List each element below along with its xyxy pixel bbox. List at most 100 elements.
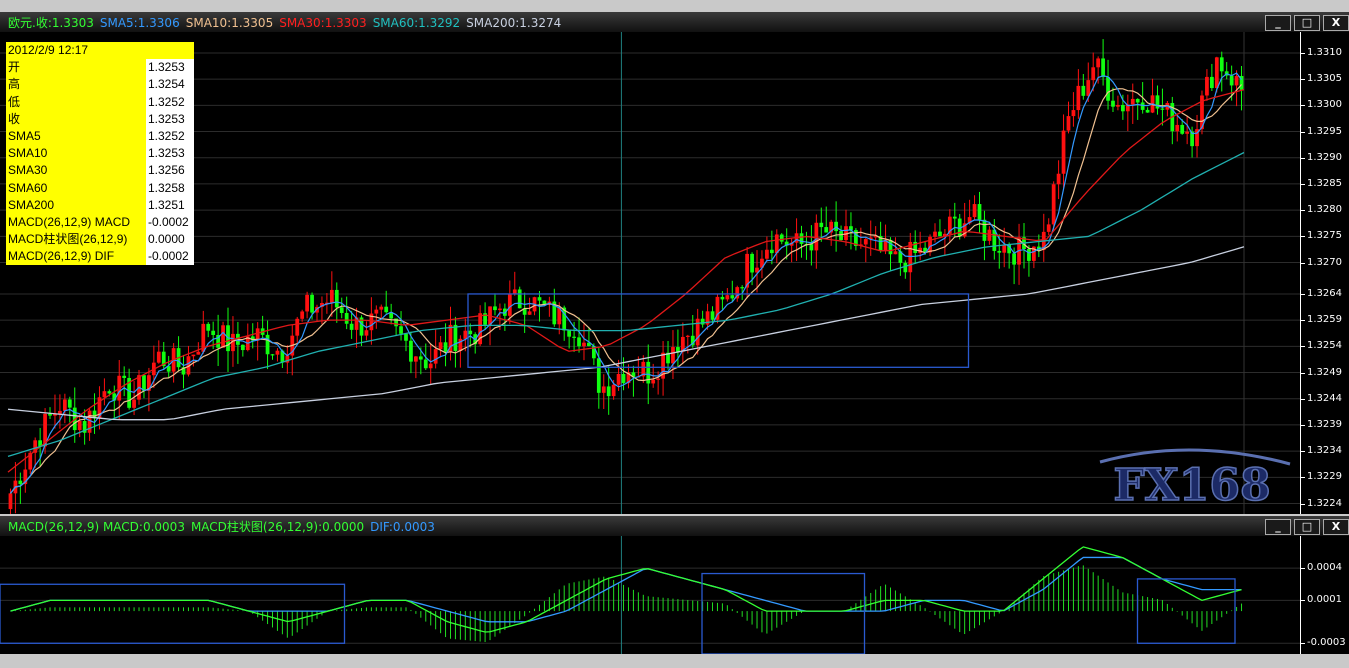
candle-body	[404, 333, 408, 341]
candle-body	[1101, 58, 1105, 78]
candle-body	[700, 318, 705, 325]
candle-body	[982, 219, 987, 241]
macd-axis-tick	[1301, 600, 1305, 602]
price-legend-item: SMA60:1.3292	[372, 16, 461, 30]
price-axis-tick	[1301, 320, 1305, 322]
candle-body	[1214, 57, 1219, 89]
candle-body	[1180, 124, 1185, 134]
candle-body	[765, 249, 769, 259]
candle-body	[265, 334, 270, 355]
price-axis-tick	[1301, 398, 1305, 400]
macd-chart-pane[interactable]	[0, 536, 1300, 654]
sma5-line	[9, 72, 1243, 494]
data-window-value: 1.3256	[146, 162, 194, 180]
candle-body	[329, 289, 334, 303]
data-window-datetime: 2012/2/9 12:17	[6, 42, 194, 60]
macd-legend-item: MACD(26,12,9) MACD:0.0003	[8, 520, 185, 534]
data-window-row: 开 1.3253	[6, 59, 194, 77]
price-axis-tick	[1301, 262, 1305, 264]
price-axis-tick	[1301, 346, 1305, 348]
data-window-label: SMA10	[6, 145, 146, 163]
price-chart[interactable]: FX168	[0, 32, 1300, 514]
macd-maximize-button[interactable]: □	[1294, 519, 1320, 535]
price-axis-tick	[1301, 183, 1305, 185]
candle-body	[349, 323, 354, 330]
candle-body	[582, 342, 586, 347]
data-window-label: 低	[6, 93, 146, 111]
price-axis-label: 1.3224	[1307, 497, 1342, 509]
data-window-label: SMA200	[6, 196, 146, 214]
price-axis-label: 1.3259	[1307, 314, 1342, 326]
candle-body	[779, 234, 784, 242]
data-window-label: 收	[6, 110, 146, 128]
price-legend-item: SMA30:1.3303	[279, 16, 367, 30]
candle-body	[62, 399, 67, 411]
candle-body	[987, 229, 992, 241]
macd-axis-label: 0.0001	[1307, 594, 1342, 606]
candle-body	[730, 295, 735, 299]
candle-body	[572, 336, 576, 338]
candle-body	[720, 296, 725, 300]
price-legend: 欧元.收:1.3303 SMA5:1.3306 SMA10:1.3305 SMA30:…	[8, 14, 567, 31]
candle-body	[1116, 104, 1120, 107]
candle-body	[1205, 76, 1209, 96]
sma200-line	[7, 246, 1245, 421]
data-window-row: 低 1.3252	[6, 93, 194, 111]
candle-body	[517, 289, 522, 309]
candle-body	[527, 311, 532, 315]
candle-body	[374, 309, 379, 314]
candle-body	[616, 373, 621, 385]
candle-body	[1111, 100, 1115, 107]
data-window-value: 1.3253	[146, 110, 194, 128]
candle-body	[438, 342, 443, 350]
macd-minimize-button[interactable]: _	[1265, 519, 1291, 535]
macd-legend: MACD(26,12,9) MACD:0.0003 MACD柱状图(26,12,9…	[8, 518, 441, 535]
candle-body	[339, 307, 344, 313]
macd-axis-label: 0.0004	[1307, 562, 1342, 574]
data-window-row: SMA200 1.3251	[6, 196, 194, 214]
close-button[interactable]: X	[1323, 15, 1349, 31]
candle-body	[656, 378, 661, 380]
price-axis-tick	[1301, 372, 1305, 374]
candle-body	[606, 386, 611, 397]
candle-body	[1071, 110, 1076, 117]
price-axis-label: 1.3239	[1307, 418, 1342, 430]
candle-body	[399, 326, 403, 334]
data-window-value: 1.3252	[146, 93, 194, 111]
annotation-box	[701, 572, 866, 654]
maximize-button[interactable]: □	[1294, 15, 1320, 31]
data-window-value: 1.3254	[146, 76, 194, 94]
candle-body	[512, 289, 517, 294]
data-window-value: 0.0000	[146, 231, 194, 249]
macd-pane-titlebar: MACD(26,12,9) MACD:0.0003 MACD柱状图(26,12,9…	[0, 516, 1349, 536]
candle-body	[769, 249, 774, 254]
candle-body	[1130, 98, 1135, 105]
data-window-value: 1.3253	[146, 59, 194, 77]
candle-body	[196, 351, 201, 355]
candle-body	[300, 311, 305, 319]
macd-chart[interactable]	[0, 536, 1300, 654]
candle-body	[379, 306, 384, 310]
price-axis-tick	[1301, 293, 1305, 295]
price-axis-label: 1.3275	[1307, 230, 1342, 242]
price-axis-label: 1.3300	[1307, 99, 1342, 111]
candle-body	[903, 262, 908, 273]
price-axis-label: 1.3285	[1307, 177, 1342, 189]
data-window-value: -0.0002	[146, 213, 194, 232]
candle-body	[310, 294, 314, 313]
price-axis-label: 1.3280	[1307, 204, 1342, 216]
candle-body	[305, 294, 309, 312]
data-window-value: 1.3258	[146, 179, 194, 197]
price-chart-pane[interactable]: FX168	[0, 32, 1300, 514]
candle-body	[67, 399, 72, 408]
data-window-value: 1.3251	[146, 196, 194, 214]
price-axis-label: 1.3254	[1307, 340, 1342, 352]
candle-body	[1234, 76, 1239, 86]
macd-close-button[interactable]: X	[1323, 519, 1349, 535]
price-axis-label: 1.3249	[1307, 366, 1342, 378]
candle-body	[601, 386, 606, 393]
minimize-button[interactable]: _	[1265, 15, 1291, 31]
candle-body	[740, 287, 745, 289]
price-axis-tick	[1301, 52, 1305, 54]
candle-body	[928, 236, 932, 253]
